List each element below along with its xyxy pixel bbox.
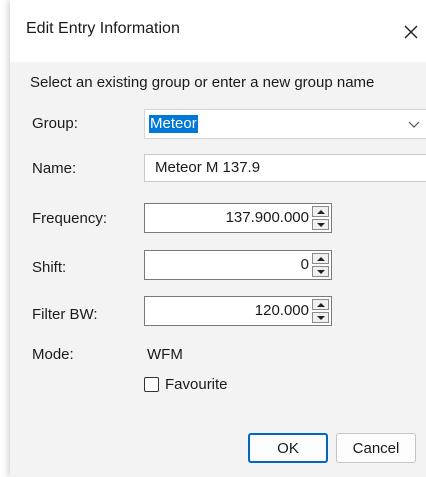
arrow-down-icon xyxy=(316,269,325,274)
group-combobox[interactable]: Meteor xyxy=(144,109,426,139)
edit-entry-dialog: Edit Entry Information Select an existin… xyxy=(10,0,426,477)
dialog-title: Edit Entry Information xyxy=(26,20,180,37)
shift-label: Shift: xyxy=(32,259,67,276)
shift-down-button[interactable] xyxy=(312,266,329,277)
frequency-down-button[interactable] xyxy=(312,219,329,230)
mode-value: WFM xyxy=(147,346,183,363)
filter-bw-up-button[interactable] xyxy=(312,299,329,310)
arrow-down-icon xyxy=(316,315,325,320)
chevron-down-icon[interactable] xyxy=(408,118,420,130)
shift-up-button[interactable] xyxy=(312,253,329,264)
shift-stepper[interactable]: 0 xyxy=(144,250,332,280)
cancel-button[interactable]: Cancel xyxy=(336,433,416,463)
title-bar: Edit Entry Information xyxy=(10,0,426,62)
frequency-spin-buttons xyxy=(312,206,329,230)
close-icon xyxy=(404,25,418,39)
shift-spin-buttons xyxy=(312,253,329,277)
favourite-label[interactable]: Favourite xyxy=(165,376,228,393)
name-value[interactable]: Meteor M 137.9 xyxy=(155,159,260,176)
arrow-up-icon xyxy=(316,302,325,307)
group-value[interactable]: Meteor xyxy=(149,115,198,133)
filter-bw-label: Filter BW: xyxy=(32,306,98,323)
frequency-value[interactable]: 137.900.000 xyxy=(226,209,309,226)
filter-bw-down-button[interactable] xyxy=(312,312,329,323)
filter-bw-spin-buttons xyxy=(312,299,329,323)
favourite-checkbox-row[interactable]: Favourite xyxy=(144,376,228,393)
ok-button[interactable]: OK xyxy=(248,433,328,463)
arrow-up-icon xyxy=(316,209,325,214)
group-prompt: Select an existing group or enter a new … xyxy=(30,74,375,91)
mode-label: Mode: xyxy=(32,346,74,363)
close-button[interactable] xyxy=(396,14,426,50)
group-label: Group: xyxy=(32,115,78,132)
frequency-up-button[interactable] xyxy=(312,206,329,217)
filter-bw-stepper[interactable]: 120.000 xyxy=(144,296,332,326)
shift-value[interactable]: 0 xyxy=(301,256,309,273)
arrow-up-icon xyxy=(316,256,325,261)
name-label: Name: xyxy=(32,160,77,177)
arrow-down-icon xyxy=(316,222,325,227)
frequency-label: Frequency: xyxy=(32,210,108,227)
name-field[interactable]: Meteor M 137.9 xyxy=(144,154,426,182)
filter-bw-value[interactable]: 120.000 xyxy=(255,302,309,319)
favourite-checkbox[interactable] xyxy=(144,377,159,392)
frequency-stepper[interactable]: 137.900.000 xyxy=(144,203,332,233)
